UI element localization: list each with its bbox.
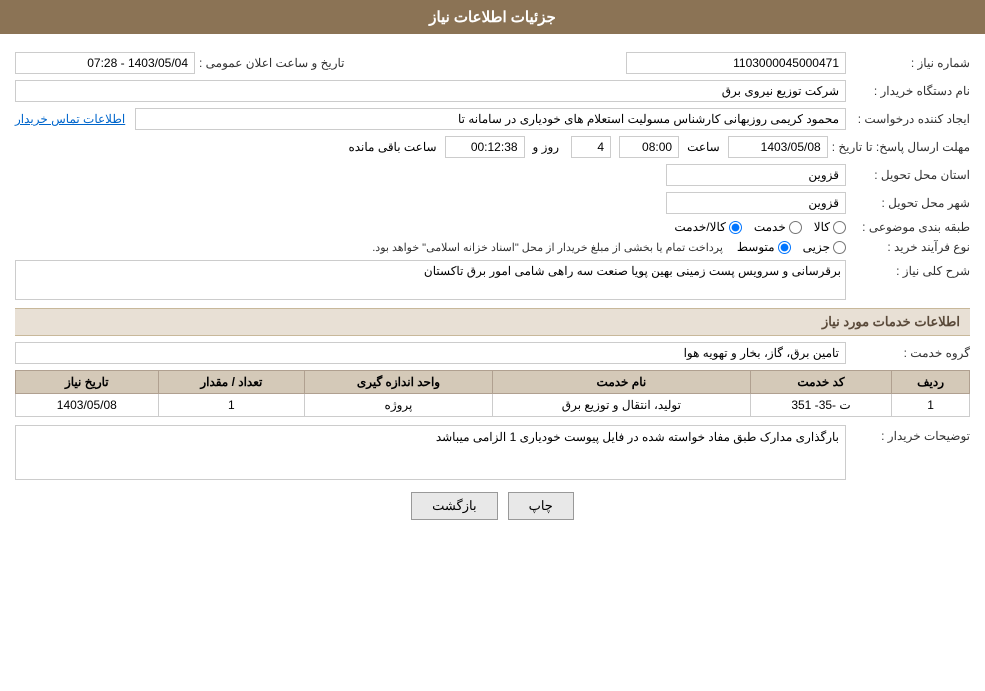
sharh-label: شرح کلی نیاز : (850, 260, 970, 278)
noeFarayand-radio-group: جزیی متوسط (737, 240, 846, 254)
noeFarayand-desc: پرداخت تمام یا بخشی از مبلغ خریدار از مح… (372, 241, 723, 254)
col-namKhedmat: نام خدمت (492, 371, 750, 394)
print-button[interactable]: چاپ (508, 492, 574, 520)
col-kodKhedmat: کد خدمت (750, 371, 891, 394)
button-row: چاپ بازگشت (15, 492, 970, 520)
tarikh-value: 1403/05/04 - 07:28 (15, 52, 195, 74)
mohlatErsal-remaining: 00:12:38 (445, 136, 525, 158)
tabaqe-label: طبقه بندی موضوعی : (850, 220, 970, 234)
shomareNiaz-value: 1103000045000471 (626, 52, 846, 74)
page-title: جزئیات اطلاعات نیاز (429, 9, 556, 26)
noeFarayand-jazei-radio[interactable] (833, 241, 846, 254)
tarikh-label: تاریخ و ساعت اعلان عمومی : (199, 56, 345, 70)
khadamat-table: ردیف کد خدمت نام خدمت واحد اندازه گیری ت… (15, 370, 970, 417)
mohlatErsal-saat: 08:00 (619, 136, 679, 158)
groheKhedmat-value: تامین برق، گاز، بخار و تهویه هوا (15, 342, 846, 364)
remaining-label: ساعت باقی مانده (348, 140, 436, 154)
cell-radif: 1 (892, 394, 970, 417)
ostan-value: قزوین (666, 164, 846, 186)
cell-vahed: پروژه (305, 394, 493, 417)
shahr-label: شهر محل تحویل : (850, 196, 970, 210)
tabaqe-kala-khedmat-label: کالا/خدمت (674, 220, 725, 234)
cell-tarikh: 1403/05/08 (16, 394, 159, 417)
mohlatErsal-label: مهلت ارسال پاسخ: تا تاریخ : (832, 140, 970, 154)
ettelaatTamas-link[interactable]: اطلاعات تماس خریدار (15, 112, 125, 126)
shahr-value: قزوین (666, 192, 846, 214)
namDastgah-value: شرکت توزیع نیروی برق (15, 80, 846, 102)
ijadKonande-value: محمود کریمی روزبهانی کارشناس مسولیت استع… (135, 108, 846, 130)
tabaqe-kala-radio[interactable] (833, 221, 846, 234)
noeFarayand-label: نوع فرآیند خرید : (850, 240, 970, 254)
col-tarikh: تاریخ نیاز (16, 371, 159, 394)
back-button[interactable]: بازگشت (411, 492, 497, 520)
namDastgah-label: نام دستگاه خریدار : (850, 84, 970, 98)
shomareNiaz-label: شماره نیاز : (850, 56, 970, 70)
tabaqe-khedmat-label: خدمت (754, 220, 786, 234)
col-radif: ردیف (892, 371, 970, 394)
tosihaat-label: توضیحات خریدار : (850, 425, 970, 443)
tabaqe-radio-group: کالا خدمت کالا/خدمت (674, 220, 846, 234)
cell-tedad: 1 (158, 394, 304, 417)
cell-namKhedmat: تولید، انتقال و توزیع برق (492, 394, 750, 417)
table-row: 1ت -35- 351تولید، انتقال و توزیع برقپروژ… (16, 394, 970, 417)
roz-label: روز و (533, 140, 560, 154)
groheKhedmat-label: گروه خدمت : (850, 346, 970, 360)
tabaqe-khedmat-radio[interactable] (789, 221, 802, 234)
ijadKonande-label: ایجاد کننده درخواست : (850, 112, 970, 126)
page-header: جزئیات اطلاعات نیاز (0, 0, 985, 34)
tabaqe-kala-khedmat-radio[interactable] (729, 221, 742, 234)
noeFarayand-jazei-label: جزیی (803, 240, 830, 254)
noeFarayand-motavasset-label: متوسط (737, 240, 775, 254)
khadamat-section-title: اطلاعات خدمات مورد نیاز (15, 308, 970, 336)
col-tedad: تعداد / مقدار (158, 371, 304, 394)
ostan-label: استان محل تحویل : (850, 168, 970, 182)
col-vahed: واحد اندازه گیری (305, 371, 493, 394)
cell-kodKhedmat: ت -35- 351 (750, 394, 891, 417)
noeFarayand-motavasset-radio[interactable] (778, 241, 791, 254)
saat-label: ساعت (687, 140, 720, 154)
tosihaat-value: بارگذاری مدارک طبق مفاد خواسته شده در فا… (15, 425, 846, 480)
sharh-value-display: برقرسانی و سرویس پست زمینی بهین پویا صنع… (15, 260, 846, 300)
mohlatErsal-date: 1403/05/08 (728, 136, 828, 158)
tabaqe-kala-label: کالا (814, 220, 830, 234)
mohlatErsal-roz: 4 (571, 136, 611, 158)
